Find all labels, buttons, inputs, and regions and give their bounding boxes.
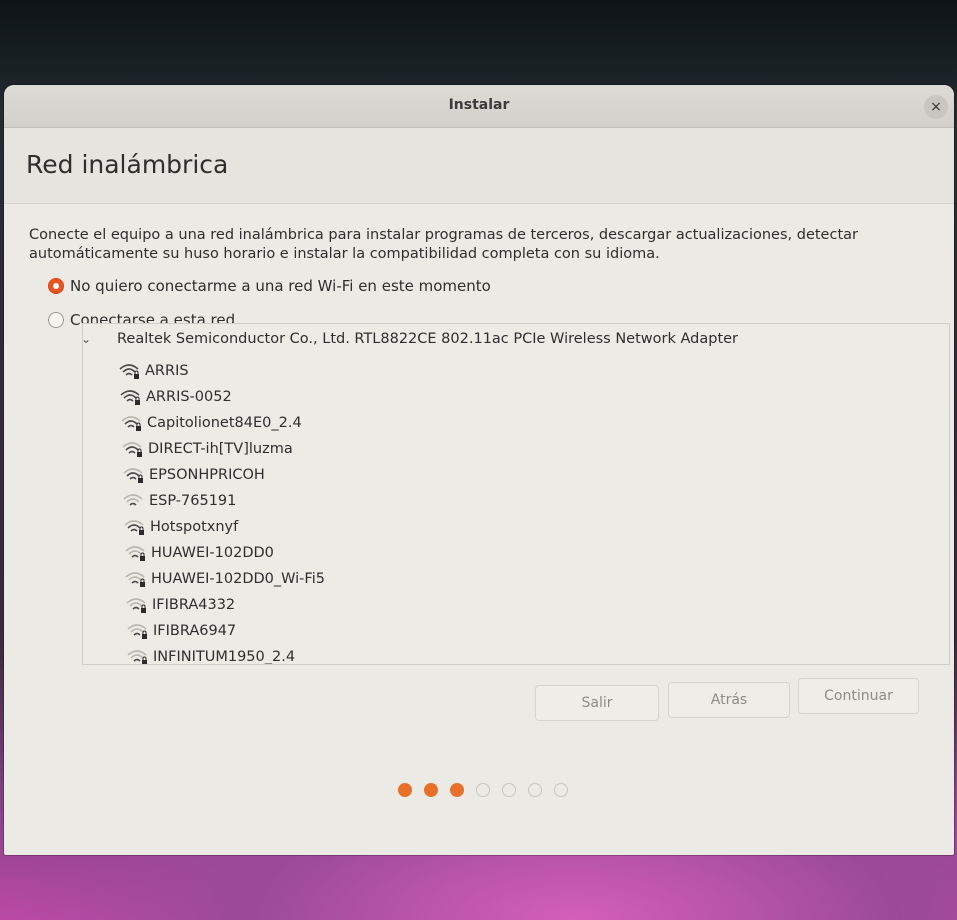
installer-window: Instalar × Red inalámbrica Conecte el eq… [4, 85, 954, 855]
chevron-down-icon[interactable]: ⌄ [83, 332, 93, 346]
network-ssid: INFINITUM1950_2.4 [153, 649, 296, 665]
wifi-secured-icon [123, 468, 143, 483]
network-item[interactable]: ARRIS-0052 [119, 384, 938, 410]
network-item[interactable]: INFINITUM1950_2.4 [126, 644, 938, 665]
adapter-label: Realtek Semiconductor Co., Ltd. RTL8822C… [117, 331, 739, 347]
wifi-secured-icon [119, 364, 139, 379]
wifi-secured-icon [125, 572, 145, 587]
network-item[interactable]: IFIBRA6947 [126, 618, 938, 644]
network-ssid: ESP-765191 [149, 493, 237, 509]
wifi-secured-icon [127, 650, 147, 664]
network-list: ARRIS ARRIS-0052 Capitolionet84E0_2.4 DIREC… [118, 358, 938, 665]
wifi-secured-icon [125, 546, 145, 561]
page-header: Red inalámbrica [4, 128, 954, 204]
wifi-secured-icon [121, 416, 141, 431]
option-no-wifi-label: No quiero conectarme a una red Wi-Fi en … [70, 277, 491, 295]
progress-dot [450, 783, 464, 797]
network-ssid: IFIBRA6947 [153, 623, 237, 639]
network-item[interactable]: HUAWEI-102DD0 [124, 540, 938, 566]
network-item[interactable]: Hotspotxnyf [123, 514, 938, 540]
network-ssid: Hotspotxnyf [150, 519, 239, 535]
network-ssid: IFIBRA4332 [152, 597, 236, 613]
progress-dot [424, 783, 438, 797]
network-ssid: ARRIS [145, 363, 189, 379]
network-item[interactable]: ARRIS [118, 358, 938, 384]
quit-button[interactable]: Salir [535, 685, 659, 721]
progress-dot [554, 783, 568, 797]
wifi-secured-icon [120, 390, 140, 405]
progress-dot [528, 783, 542, 797]
network-item[interactable]: IFIBRA4332 [125, 592, 938, 618]
progress-dot [502, 783, 516, 797]
network-list-panel[interactable]: ⌄ Realtek Semiconductor Co., Ltd. RTL882… [82, 323, 950, 665]
network-ssid: HUAWEI-102DD0 [151, 545, 274, 561]
network-ssid: ARRIS-0052 [146, 389, 232, 405]
back-button[interactable]: Atrás [668, 682, 790, 718]
network-item[interactable]: DIRECT-ih[TV]luzma [121, 436, 938, 462]
network-item[interactable]: ESP-765191 [122, 488, 938, 514]
network-item[interactable]: EPSONHPRICOH [122, 462, 938, 488]
network-ssid: HUAWEI-102DD0_Wi-Fi5 [151, 571, 325, 587]
network-ssid: DIRECT-ih[TV]luzma [148, 441, 293, 457]
page-title: Red inalámbrica [26, 150, 229, 179]
radio-no-wifi[interactable] [48, 278, 64, 294]
window-titlebar[interactable]: Instalar × [4, 85, 954, 128]
close-icon: × [930, 99, 942, 115]
adapter-row[interactable]: ⌄ Realtek Semiconductor Co., Ltd. RTL882… [83, 328, 943, 350]
close-button[interactable]: × [924, 95, 948, 119]
progress-dot [398, 783, 412, 797]
option-no-wifi[interactable]: No quiero conectarme a una red Wi-Fi en … [48, 277, 491, 295]
radio-connect[interactable] [48, 312, 64, 328]
network-ssid: Capitolionet84E0_2.4 [147, 415, 302, 431]
progress-dot [476, 783, 490, 797]
wifi-secured-icon [124, 520, 144, 535]
wifi-secured-icon [126, 598, 146, 613]
wifi-icon [123, 494, 143, 506]
network-ssid: EPSONHPRICOH [149, 467, 265, 483]
window-title: Instalar [448, 97, 510, 113]
network-item[interactable]: Capitolionet84E0_2.4 [120, 410, 938, 436]
page-description: Conecte el equipo a una red inalámbrica … [29, 227, 858, 262]
network-item[interactable]: HUAWEI-102DD0_Wi-Fi5 [124, 566, 938, 592]
progress-indicator [398, 783, 568, 797]
wifi-secured-icon [127, 624, 147, 639]
wifi-secured-icon [122, 442, 142, 457]
continue-button[interactable]: Continuar [798, 678, 919, 714]
